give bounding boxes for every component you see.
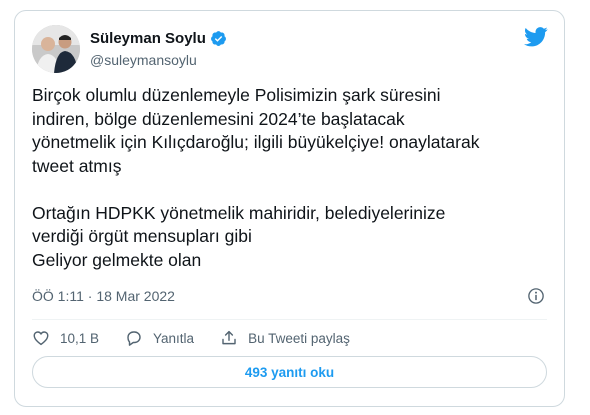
verified-badge-icon	[210, 30, 227, 47]
reply-icon	[127, 331, 141, 346]
avatar[interactable]	[32, 25, 80, 73]
like-count: 10,1 B	[60, 330, 100, 346]
info-icon[interactable]	[527, 287, 545, 305]
tweet-timestamp[interactable]: ÖÖ 1:11 · 18 Mar 2022	[32, 288, 175, 304]
tweet-line: tweet atmış	[32, 155, 122, 176]
tweet-line: Geliyor gelmekte olan	[32, 249, 202, 270]
tweet-line: yönetmelik için Kılıçdaroğlu; ilgili büy…	[32, 132, 480, 152]
reply-label: Yanıtla	[153, 330, 195, 346]
divider	[32, 319, 547, 320]
tweet-line: verdiği örgüt mensupları gibi	[32, 226, 252, 246]
read-replies-button[interactable]: 493 yanıtı oku	[32, 356, 547, 388]
heart-icon	[33, 331, 49, 346]
tweet-card: Süleyman Soylu @suleymansoylu Birçok olu…	[14, 10, 565, 407]
author-name[interactable]: Süleyman Soylu	[90, 30, 206, 47]
author-name-row[interactable]: Süleyman Soylu	[90, 30, 227, 47]
share-button[interactable]: Bu Tweeti paylaş	[220, 329, 350, 347]
tweet-line: Birçok olumlu düzenlemeyle Polisimizin ş…	[32, 85, 441, 105]
tweet-line: indiren, bölge düzenlemesini 2024’te baş…	[32, 108, 405, 129]
tweet-line: Ortağın HDPKK yönetmelik mahiridir, bele…	[32, 202, 446, 223]
action-bar: 10,1 B Yanıtla Bu Tweeti paylaş	[32, 327, 376, 349]
author-handle[interactable]: @suleymansoylu	[90, 52, 197, 68]
share-label: Bu Tweeti paylaş	[248, 330, 350, 346]
like-button[interactable]: 10,1 B	[32, 329, 99, 347]
tweet-text: Birçok olumlu düzenlemeyle Polisimizin ş…	[32, 84, 557, 272]
reply-button[interactable]: Yanıtla	[125, 329, 194, 347]
twitter-bird-icon[interactable]	[524, 26, 548, 48]
share-icon	[222, 330, 236, 345]
